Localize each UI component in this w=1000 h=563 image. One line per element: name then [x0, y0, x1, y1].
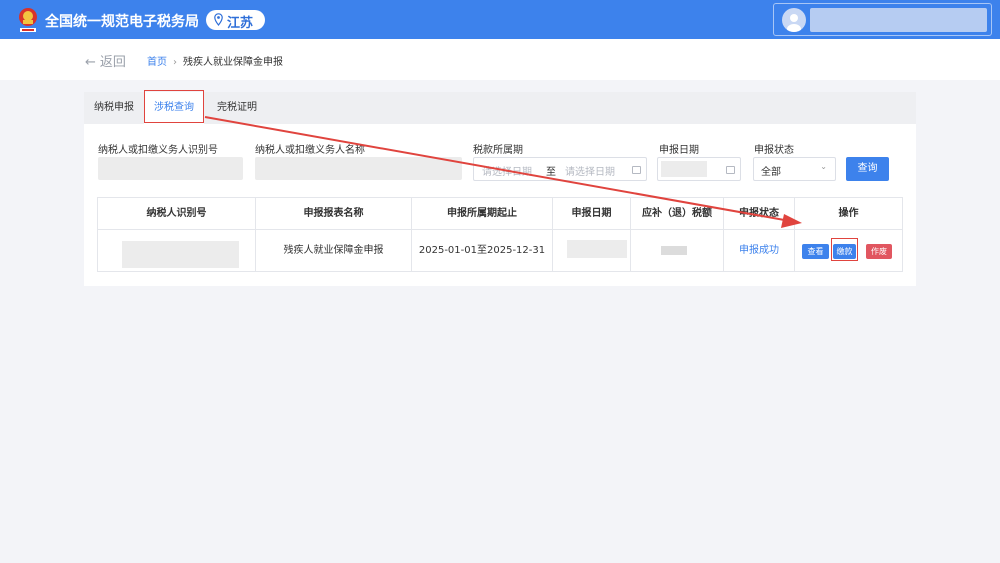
- col-report-name: 申报报表名称: [256, 198, 412, 230]
- period-start-input[interactable]: 请选择日期: [482, 163, 532, 178]
- cell-tax-amount: [631, 230, 724, 272]
- col-period: 申报所属期起止: [412, 198, 553, 230]
- declare-date-input[interactable]: [657, 157, 741, 181]
- calendar-icon: [632, 166, 641, 174]
- col-tax-amount: 应补（退）税额: [631, 198, 724, 230]
- chevron-down-icon: ⌄: [820, 162, 827, 171]
- taxpayer-name-label: 纳税人或扣缴义务人名称: [255, 145, 365, 156]
- breadcrumb: 首页 › 残疾人就业保障金申报: [147, 53, 283, 68]
- declare-date-label: 申报日期: [659, 145, 699, 156]
- view-button[interactable]: 查看: [802, 244, 829, 259]
- back-label: 返回: [99, 55, 126, 70]
- status-select[interactable]: 全部 ⌄: [753, 157, 836, 181]
- breadcrumb-bar: ← 返回 首页 › 残疾人就业保障金申报: [0, 39, 1000, 80]
- cell-taxpayer-id: [98, 230, 256, 272]
- calendar-icon: [726, 166, 735, 174]
- back-arrow-icon: ←: [85, 55, 96, 70]
- col-actions: 操作: [795, 198, 902, 230]
- void-button[interactable]: 作废: [866, 244, 892, 259]
- user-name-redacted: [810, 8, 987, 32]
- taxpayer-id-field[interactable]: [98, 157, 243, 180]
- breadcrumb-home-link[interactable]: 首页: [147, 57, 167, 68]
- declare-date-redacted: [567, 240, 627, 258]
- tab-tax-query[interactable]: 涉税查询: [144, 92, 204, 124]
- col-status: 申报状态: [724, 198, 795, 230]
- pay-button[interactable]: 缴款: [833, 244, 856, 259]
- back-link[interactable]: ← 返回: [85, 51, 126, 70]
- top-bar: 全国统一规范电子税务局 江苏: [0, 0, 1000, 39]
- period-label: 税款所属期: [473, 145, 523, 156]
- results-table: 纳税人识别号 申报报表名称 申报所属期起止 申报日期 应补（退）税额 申报状态 …: [97, 197, 903, 272]
- user-avatar-icon: [782, 8, 806, 32]
- period-end-input[interactable]: 请选择日期: [565, 163, 615, 178]
- tax-amount-redacted: [661, 246, 687, 255]
- cell-declare-date: [553, 230, 631, 272]
- taxpayer-id-redacted: [122, 241, 239, 268]
- breadcrumb-current: 残疾人就业保障金申报: [183, 57, 283, 68]
- breadcrumb-separator: ›: [173, 57, 177, 68]
- user-menu[interactable]: [773, 3, 992, 36]
- declare-date-redacted: [661, 161, 707, 177]
- period-date-range[interactable]: 请选择日期 至 请选择日期: [473, 157, 647, 181]
- query-button[interactable]: 查询: [846, 157, 889, 181]
- cell-report-name: 残疾人就业保障金申报: [256, 230, 412, 272]
- cell-period: 2025-01-01至2025-12-31: [412, 230, 553, 272]
- region-label: 江苏: [227, 16, 254, 31]
- tax-emblem-logo: [19, 8, 37, 32]
- taxpayer-id-label: 纳税人或扣缴义务人识别号: [98, 145, 218, 156]
- tab-tax-certificate[interactable]: 完税证明: [207, 92, 267, 124]
- status-select-value: 全部: [761, 167, 781, 178]
- cell-actions: 查看 缴款 作废: [795, 230, 902, 272]
- tab-tax-declaration[interactable]: 纳税申报: [84, 92, 144, 124]
- taxpayer-name-field[interactable]: [255, 157, 462, 180]
- tab-bar: 纳税申报 涉税查询 完税证明: [84, 92, 916, 124]
- region-selector[interactable]: 江苏: [206, 10, 265, 31]
- query-card: 纳税申报 涉税查询 完税证明 纳税人或扣缴义务人识别号 纳税人或扣缴义务人名称 …: [84, 90, 916, 286]
- app-title: 全国统一规范电子税务局: [45, 14, 199, 30]
- location-pin-icon: [214, 13, 223, 26]
- col-taxpayer-id: 纳税人识别号: [98, 198, 256, 230]
- col-declare-date: 申报日期: [553, 198, 631, 230]
- cell-status[interactable]: 申报成功: [724, 230, 795, 272]
- period-to-label: 至: [546, 167, 556, 178]
- status-label: 申报状态: [754, 145, 794, 156]
